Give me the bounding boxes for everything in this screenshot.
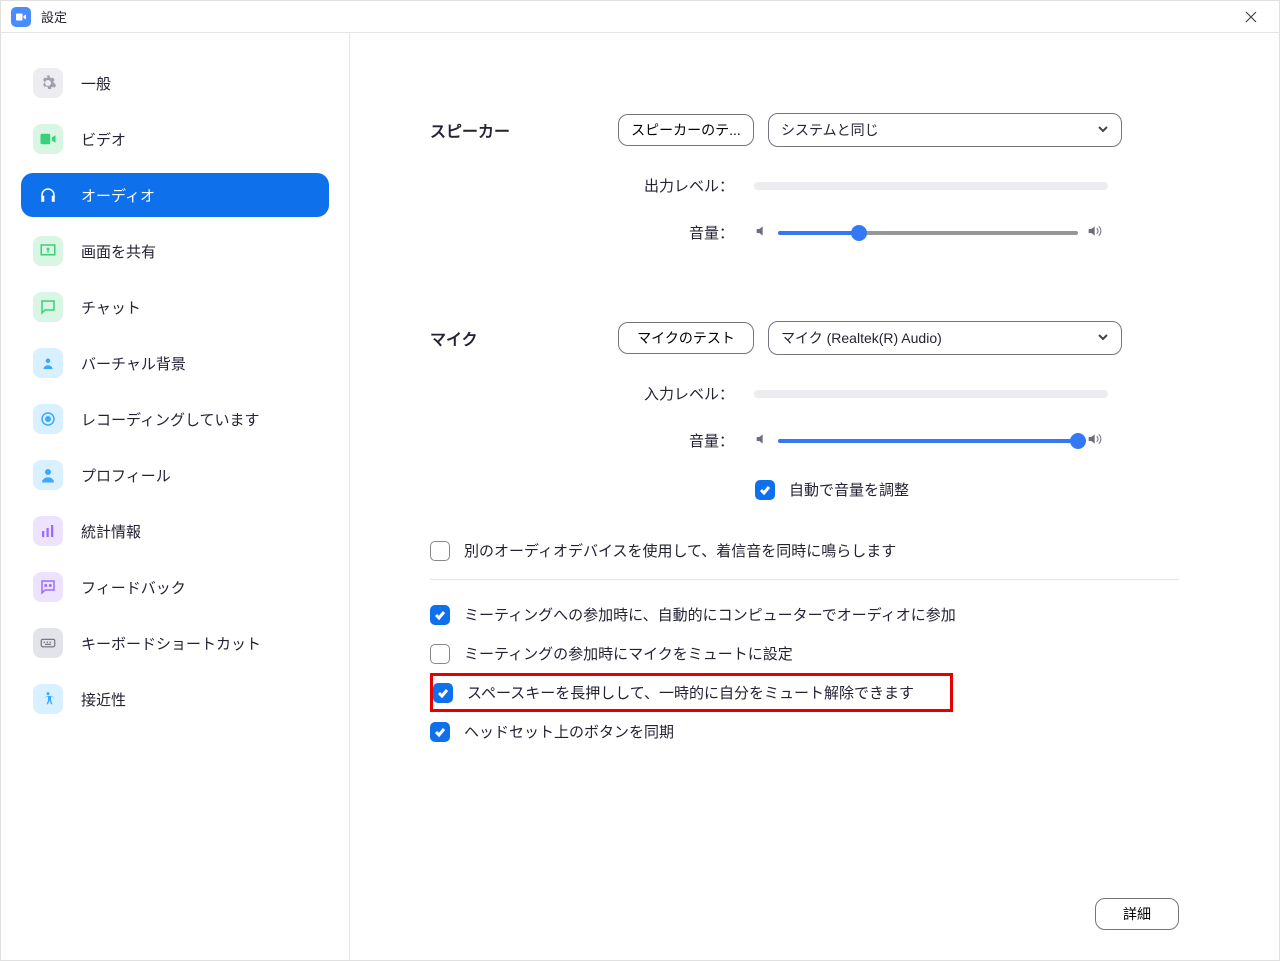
sidebar-item-label: キーボードショートカット — [81, 633, 261, 654]
accessibility-icon — [33, 684, 63, 714]
window-title: 設定 — [41, 7, 67, 26]
sidebar-item-accessibility[interactable]: 接近性 — [21, 677, 329, 721]
volume-low-icon — [754, 431, 770, 450]
input-level-label: 入力レベル： — [618, 383, 734, 404]
keyboard-icon — [33, 628, 63, 658]
speaker-device-value: システムと同じ — [781, 120, 879, 140]
recording-icon — [33, 404, 63, 434]
app-icon — [11, 7, 31, 27]
ring-separate-row: 別のオーディオデバイスを使用して、着信音を同時に鳴らします — [430, 540, 1179, 561]
speaker-volume-slider[interactable] — [778, 231, 1078, 235]
divider — [430, 579, 1179, 580]
sidebar-item-video[interactable]: ビデオ — [21, 117, 329, 161]
mic-section: マイク マイクのテスト マイク (Realtek(R) Audio) 入力レベル… — [430, 321, 1179, 500]
space-unmute-checkbox[interactable] — [433, 683, 453, 703]
speaker-section: スピーカー スピーカーのテ... システムと同じ 出力レベル： 音量： — [430, 113, 1179, 243]
video-icon — [33, 124, 63, 154]
close-button[interactable] — [1231, 1, 1271, 33]
volume-high-icon — [1086, 431, 1102, 450]
titlebar: 設定 — [1, 1, 1279, 33]
output-level-meter — [754, 182, 1108, 190]
speaker-heading: スピーカー — [430, 118, 618, 142]
auto-join-audio-label: ミーティングへの参加時に、自動的にコンピューターでオーディオに参加 — [464, 604, 956, 625]
mute-on-join-checkbox[interactable] — [430, 644, 450, 664]
mic-device-value: マイク (Realtek(R) Audio) — [781, 328, 942, 348]
sidebar-item-label: ビデオ — [81, 129, 126, 150]
statistics-icon — [33, 516, 63, 546]
sidebar-item-statistics[interactable]: 統計情報 — [21, 509, 329, 553]
mic-device-dropdown[interactable]: マイク (Realtek(R) Audio) — [768, 321, 1122, 355]
sidebar-item-label: レコーディングしています — [81, 409, 260, 430]
mic-heading: マイク — [430, 326, 618, 350]
chevron-down-icon — [1097, 122, 1109, 138]
ring-separate-label: 別のオーディオデバイスを使用して、着信音を同時に鳴らします — [464, 540, 896, 561]
advanced-button[interactable]: 詳細 — [1095, 898, 1179, 930]
sidebar-item-label: フィードバック — [81, 577, 186, 598]
volume-low-icon — [754, 223, 770, 242]
chevron-down-icon — [1097, 330, 1109, 346]
ring-separate-checkbox[interactable] — [430, 541, 450, 561]
sidebar-item-label: 接近性 — [81, 689, 126, 710]
input-level-meter — [754, 390, 1108, 398]
output-level-label: 出力レベル： — [618, 175, 734, 196]
mute-on-join-label: ミーティングの参加時にマイクをミュートに設定 — [464, 643, 793, 664]
sidebar-item-keyboard[interactable]: キーボードショートカット — [21, 621, 329, 665]
virtual-bg-icon — [33, 348, 63, 378]
content-pane: スピーカー スピーカーのテ... システムと同じ 出力レベル： 音量： — [350, 33, 1279, 960]
space-unmute-label: スペースキーを長押しして、一時的に自分をミュート解除できます — [467, 682, 914, 703]
auto-adjust-label: 自動で音量を調整 — [789, 479, 909, 500]
sidebar-item-virtual-background[interactable]: バーチャル背景 — [21, 341, 329, 385]
sidebar-item-label: 画面を共有 — [81, 241, 156, 262]
headset-sync-label: ヘッドセット上のボタンを同期 — [464, 721, 674, 742]
sidebar-item-label: チャット — [81, 297, 141, 318]
profile-icon — [33, 460, 63, 490]
sidebar-item-profile[interactable]: プロフィール — [21, 453, 329, 497]
auto-adjust-volume-checkbox[interactable] — [755, 480, 775, 500]
share-screen-icon — [33, 236, 63, 266]
sidebar-item-recording[interactable]: レコーディングしています — [21, 397, 329, 441]
sidebar-item-chat[interactable]: チャット — [21, 285, 329, 329]
sidebar-item-label: オーディオ — [81, 185, 155, 206]
volume-high-icon — [1086, 223, 1102, 242]
sidebar-item-label: 一般 — [81, 73, 111, 94]
sidebar-item-label: バーチャル背景 — [81, 353, 186, 374]
sidebar-item-label: プロフィール — [81, 465, 171, 486]
chat-icon — [33, 292, 63, 322]
mic-test-button[interactable]: マイクのテスト — [618, 322, 754, 354]
speaker-test-button[interactable]: スピーカーのテ... — [618, 114, 754, 146]
feedback-icon — [33, 572, 63, 602]
sidebar: 一般 ビデオ オーディオ 画面を共有 チャット — [1, 33, 350, 960]
gear-icon — [33, 68, 63, 98]
sidebar-item-audio[interactable]: オーディオ — [21, 173, 329, 217]
headphones-icon — [33, 180, 63, 210]
space-unmute-highlight: スペースキーを長押しして、一時的に自分をミュート解除できます — [430, 673, 953, 712]
sidebar-item-general[interactable]: 一般 — [21, 61, 329, 105]
headset-sync-checkbox[interactable] — [430, 722, 450, 742]
mic-volume-label: 音量： — [618, 430, 734, 451]
speaker-volume-label: 音量： — [618, 222, 734, 243]
auto-join-audio-checkbox[interactable] — [430, 605, 450, 625]
sidebar-item-feedback[interactable]: フィードバック — [21, 565, 329, 609]
mic-volume-slider[interactable] — [778, 439, 1078, 443]
audio-options: ミーティングへの参加時に、自動的にコンピューターでオーディオに参加 ミーティング… — [430, 604, 1179, 742]
speaker-device-dropdown[interactable]: システムと同じ — [768, 113, 1122, 147]
sidebar-item-share[interactable]: 画面を共有 — [21, 229, 329, 273]
sidebar-item-label: 統計情報 — [81, 521, 141, 542]
